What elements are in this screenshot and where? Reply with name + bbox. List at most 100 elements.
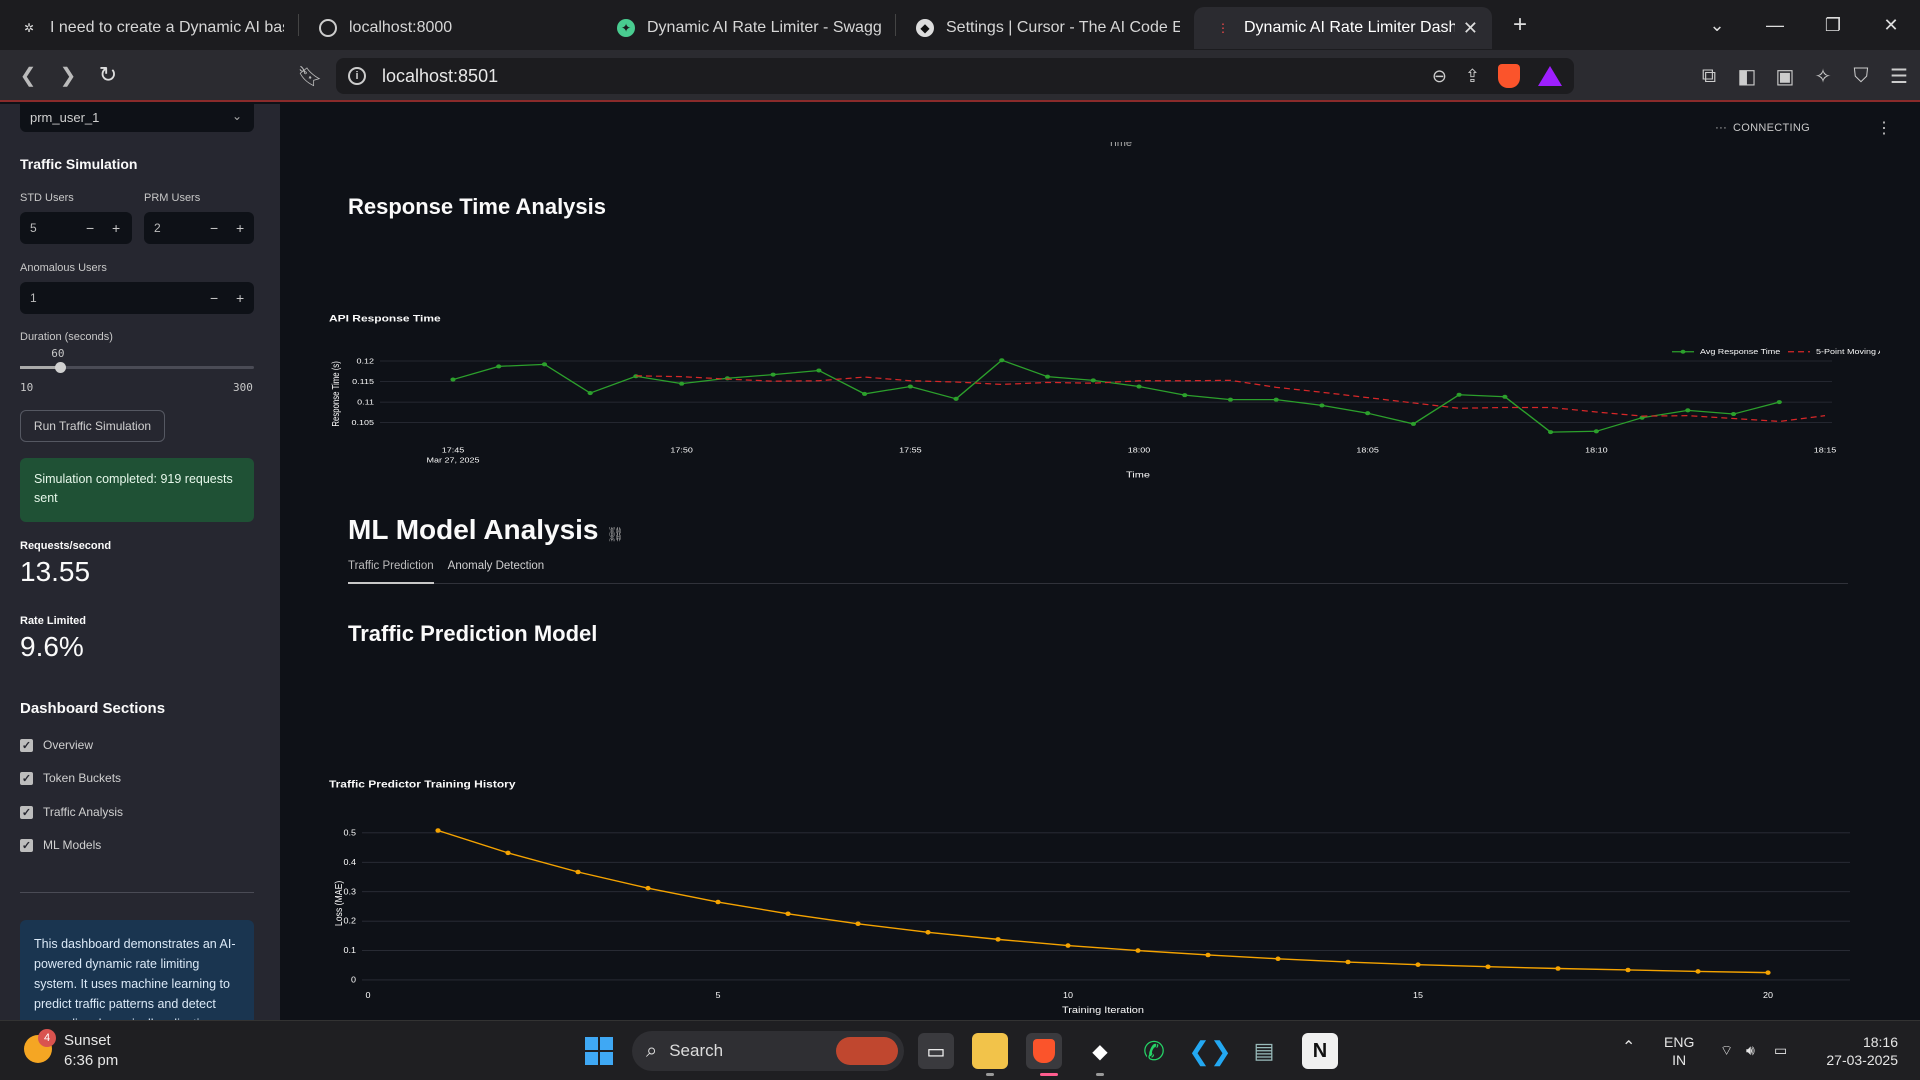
decrement-button[interactable]: − [210, 220, 218, 236]
checkbox-overview[interactable]: ✓ Overview [20, 738, 93, 752]
window-close-icon[interactable]: ✕ [1862, 15, 1920, 36]
tray-chevron-up-icon[interactable]: ⌃ [1622, 1039, 1635, 1057]
browser-tab-active[interactable]: ⋮ Dynamic AI Rate Limiter Dashboard ✕ [1194, 7, 1492, 49]
url-field[interactable]: i localhost:8501 ⊖ ⇪ [336, 58, 1574, 94]
avg-response-point [1548, 430, 1554, 435]
rate-limited-value: 9.6% [20, 631, 84, 662]
dashboard-sections-heading: Dashboard Sections [20, 700, 166, 717]
x-tick-label: 17:50 [670, 446, 693, 454]
bookmark-icon[interactable]: 🔖︎ [292, 58, 328, 94]
avg-response-point [862, 391, 868, 396]
ml-analysis-heading: ML Model Analysis ⛓ [348, 514, 624, 546]
windows-start-icon[interactable] [585, 1037, 613, 1065]
wallet-icon[interactable]: ▣ [1774, 64, 1796, 89]
clock[interactable]: 18:16 27-03-2025 [1816, 1033, 1898, 1069]
language-indicator[interactable]: ENG IN [1664, 1033, 1694, 1069]
loss-point [505, 850, 511, 856]
sidebar-toggle-icon[interactable]: ◧ [1736, 64, 1758, 89]
brave-shields-icon[interactable] [1498, 64, 1520, 88]
volume-icon[interactable]: 🔊︎ [1746, 1041, 1755, 1059]
legend-label: Avg Response Time [1700, 348, 1781, 356]
browser-tab-3[interactable]: ✦ Dynamic AI Rate Limiter - Swagger UI [597, 7, 895, 49]
response-time-chart[interactable]: API Response Time 0.105 0.11 0.115 0.12 17:… [320, 230, 1880, 550]
close-icon[interactable]: ✕ [1463, 18, 1478, 39]
training-history-chart[interactable]: Traffic Predictor Training History 00.10… [320, 672, 1880, 1020]
brave-browser-icon[interactable] [1026, 1033, 1062, 1069]
wifi-icon[interactable]: ⌔ [1720, 1041, 1733, 1059]
anomalous-users-input[interactable]: 1 − + [20, 282, 254, 314]
browser-tab-4[interactable]: ◆ Settings | Cursor - The AI Code Editor [896, 7, 1194, 49]
tab-list-chevron-icon[interactable]: ⌄ [1688, 15, 1746, 36]
reload-icon[interactable]: ↻ [90, 57, 126, 93]
checkbox-ml-models[interactable]: ✓ ML Models [20, 838, 101, 852]
std-users-input[interactable]: 5 − + [20, 212, 132, 244]
loss-point [785, 911, 791, 917]
weather-title: Sunset [64, 1032, 111, 1049]
extensions-icon[interactable]: ⧉ [1698, 65, 1720, 88]
search-highlight-icon [836, 1037, 898, 1065]
new-tab-button[interactable]: + [1500, 5, 1540, 45]
y-tick-label: 0.4 [343, 857, 356, 866]
y-axis-ticks: 0 0.1 0.2 0.3 0.4 0.5 [343, 828, 356, 984]
minimize-icon[interactable]: — [1746, 15, 1804, 36]
run-simulation-button[interactable]: Run Traffic Simulation [20, 410, 165, 442]
cursor-app-icon[interactable]: ◆ [1082, 1033, 1118, 1069]
checkbox-traffic-analysis[interactable]: ✓ Traffic Analysis [20, 805, 123, 819]
traffic-model-heading: Traffic Prediction Model [348, 621, 598, 646]
anchor-link-icon[interactable]: ⛓ [607, 526, 625, 542]
tab-title: Settings | Cursor - The AI Code Editor [946, 19, 1180, 36]
chart-grid [362, 832, 1850, 981]
clipped-axis-label: Time [1108, 142, 1133, 148]
file-explorer-icon[interactable] [972, 1033, 1008, 1069]
loss-point [925, 930, 931, 935]
restore-icon[interactable]: ❐ [1804, 15, 1862, 36]
increment-button[interactable]: + [112, 220, 120, 236]
loss-point [1765, 970, 1771, 975]
rps-label: Requests/second [20, 540, 112, 552]
slider-thumb[interactable] [55, 362, 67, 373]
share-icon[interactable]: ⇪ [1465, 66, 1480, 87]
traffic-simulation-heading: Traffic Simulation [20, 156, 138, 172]
menu-icon[interactable]: ☰ [1888, 64, 1910, 89]
decrement-button[interactable]: − [86, 220, 94, 236]
y-axis-label: Response Time (s) [330, 361, 341, 426]
tab-title: Dynamic AI Rate Limiter - Swagger UI [647, 19, 881, 36]
checkbox-checked-icon: ✓ [20, 738, 33, 752]
prm-users-value: 2 [154, 221, 161, 235]
y-tick-label: 0.11 [357, 398, 374, 406]
browser-tab-1[interactable]: ✲ I need to create a Dynamic AI based [0, 7, 298, 49]
task-view-icon[interactable]: ▭ [918, 1033, 954, 1069]
vpn-icon[interactable]: ⛉ [1850, 65, 1872, 88]
loss-point [1345, 959, 1351, 965]
avg-response-point [1685, 408, 1691, 413]
whatsapp-icon[interactable]: ✆ [1136, 1033, 1172, 1069]
increment-button[interactable]: + [236, 290, 244, 306]
zoom-icon[interactable]: ⊖ [1432, 66, 1447, 87]
battery-icon[interactable]: ▭ [1774, 1041, 1787, 1059]
site-info-icon[interactable]: i [348, 67, 366, 85]
notion-icon[interactable]: N [1302, 1033, 1338, 1069]
divider [20, 892, 254, 893]
app-icon[interactable]: ▤ [1246, 1033, 1282, 1069]
tab-anomaly-detection[interactable]: Anomaly Detection [448, 558, 545, 584]
tab-traffic-prediction[interactable]: Traffic Prediction [348, 558, 434, 584]
y-axis-ticks: 0.105 0.11 0.115 0.12 [351, 357, 374, 426]
decrement-button[interactable]: − [210, 290, 218, 306]
checkbox-token-buckets[interactable]: ✓ Token Buckets [20, 771, 121, 785]
leo-ai-icon[interactable]: ✧ [1812, 64, 1834, 89]
user-select[interactable]: prm_user_1 ⌄ [20, 104, 254, 132]
prm-users-input[interactable]: 2 − + [144, 212, 254, 244]
brave-rewards-icon[interactable] [1538, 66, 1562, 86]
weather-time: 6:36 pm [64, 1052, 119, 1069]
vscode-icon[interactable]: ❮❯ [1188, 1033, 1232, 1069]
prm-users-label: PRM Users [144, 192, 201, 204]
x-tick-label: 0 [365, 991, 370, 1000]
back-icon[interactable]: ❮ [10, 57, 46, 93]
avg-response-point [1044, 374, 1051, 379]
duration-slider[interactable] [20, 362, 254, 373]
forward-icon[interactable]: ❯ [50, 57, 86, 93]
app-menu-icon[interactable]: ⋮ [1876, 118, 1892, 138]
increment-button[interactable]: + [236, 220, 244, 236]
taskbar-search[interactable]: ⌕ Search [632, 1031, 904, 1071]
browser-tab-2[interactable]: localhost:8000 [299, 7, 597, 49]
